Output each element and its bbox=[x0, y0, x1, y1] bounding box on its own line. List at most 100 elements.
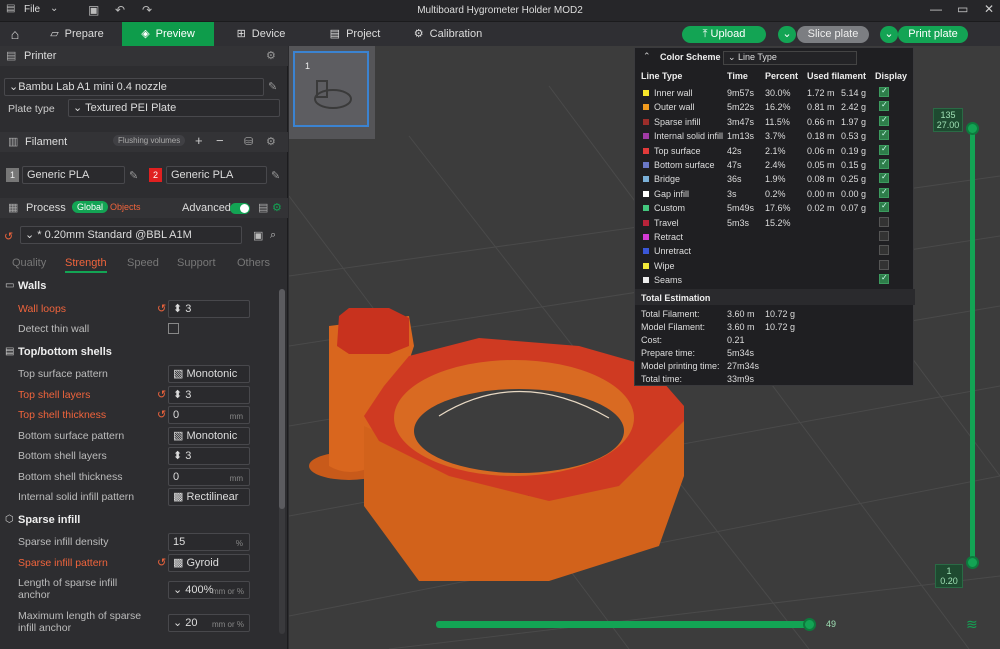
max-anchor-length-input[interactable]: ⌄ 20 mm or % bbox=[168, 614, 250, 632]
internal-solid-infill-select[interactable]: ▩ Rectilinear bbox=[168, 488, 250, 506]
display-checkbox[interactable] bbox=[879, 273, 889, 285]
layers-stack-icon[interactable]: ≋ bbox=[966, 616, 978, 633]
flushing-volumes-button[interactable]: Flushing volumes bbox=[113, 135, 186, 146]
reset-icon[interactable]: ↺ bbox=[157, 388, 166, 401]
display-checkbox[interactable] bbox=[879, 187, 889, 198]
print-dropdown-button[interactable]: ⌄ bbox=[880, 26, 898, 43]
subtab-strength[interactable]: Strength bbox=[65, 257, 107, 273]
reset-icon[interactable]: ↺ bbox=[4, 230, 13, 243]
subtab-quality[interactable]: Quality bbox=[12, 257, 46, 269]
filament-header: ▥ Filament Flushing volumes + − ⛁ ⚙ bbox=[0, 132, 288, 152]
move-value-label: 49 bbox=[826, 619, 837, 629]
menu-icon[interactable]: ▤ bbox=[6, 3, 15, 14]
stepper-icon: ⬍ bbox=[173, 389, 186, 401]
display-checkbox[interactable] bbox=[879, 231, 889, 241]
redo-icon[interactable]: ↷ bbox=[142, 3, 152, 17]
subtab-support[interactable]: Support bbox=[177, 257, 216, 269]
plate-thumbnail[interactable]: 1 bbox=[293, 51, 369, 127]
pattern-icon: ▩ bbox=[173, 491, 187, 503]
slice-dropdown-button[interactable]: ⌄ bbox=[778, 26, 796, 43]
top-surface-pattern-select[interactable]: ▧ Monotonic ... bbox=[168, 365, 250, 393]
tab-device[interactable]: ⊞ Device bbox=[226, 22, 296, 46]
save-icon[interactable]: ▣ bbox=[88, 3, 99, 17]
printer-select[interactable]: ⌄Bambu Lab A1 mini 0.4 nozzle bbox=[4, 78, 264, 96]
subtab-others[interactable]: Others bbox=[237, 257, 270, 269]
display-checkbox[interactable] bbox=[879, 245, 889, 256]
reset-icon[interactable]: ↺ bbox=[157, 556, 166, 569]
save-icon[interactable]: ▣ bbox=[253, 229, 263, 242]
close-icon[interactable]: ✕ bbox=[984, 2, 994, 16]
display-checkbox[interactable] bbox=[879, 158, 889, 169]
display-checkbox[interactable] bbox=[879, 144, 889, 155]
gear-icon[interactable]: ⚙ bbox=[266, 49, 276, 62]
display-checkbox[interactable] bbox=[879, 201, 889, 213]
plate-type-label: Plate type bbox=[8, 103, 55, 115]
sync-icon[interactable]: ⛁ bbox=[244, 135, 253, 148]
legend-time: 36s bbox=[727, 174, 742, 185]
bottom-shell-thickness-input[interactable]: 0 mm bbox=[168, 468, 250, 486]
filament-icon: ▥ bbox=[8, 136, 19, 148]
search-icon[interactable]: ⌕ bbox=[270, 229, 276, 242]
display-checkbox[interactable] bbox=[879, 216, 889, 227]
sidebar-scrollbar[interactable] bbox=[279, 289, 285, 634]
reset-icon[interactable]: ↺ bbox=[157, 408, 166, 421]
upper-layer-handle[interactable] bbox=[966, 122, 979, 135]
sparse-pattern-select[interactable]: ▩ Gyroid bbox=[168, 554, 250, 572]
layer-range-slider[interactable] bbox=[966, 122, 979, 569]
reset-icon[interactable]: ↺ bbox=[157, 302, 166, 315]
display-checkbox[interactable] bbox=[879, 259, 889, 270]
objects-toggle[interactable]: Objects bbox=[110, 202, 141, 212]
compare-icon[interactable]: ▤ bbox=[258, 201, 268, 214]
remove-icon[interactable]: − bbox=[216, 133, 224, 148]
minimize-icon[interactable]: — bbox=[930, 2, 942, 16]
detect-thin-wall-checkbox[interactable] bbox=[168, 323, 179, 334]
lower-layer-handle[interactable] bbox=[966, 556, 979, 569]
file-menu[interactable]: File bbox=[24, 4, 40, 15]
display-checkbox[interactable] bbox=[879, 129, 889, 141]
color-swatch bbox=[643, 205, 649, 212]
filament-select-1[interactable]: Generic PLA bbox=[22, 166, 125, 184]
filament-select-2[interactable]: Generic PLA bbox=[166, 166, 267, 184]
display-checkbox[interactable] bbox=[879, 172, 889, 184]
display-checkbox[interactable] bbox=[879, 86, 889, 97]
add-icon[interactable]: + bbox=[195, 133, 203, 148]
maximize-icon[interactable]: ▭ bbox=[957, 2, 968, 16]
edit-icon[interactable]: ✎ bbox=[129, 169, 138, 182]
collapse-icon[interactable]: ⌃ bbox=[643, 51, 651, 62]
stepper-icon: ⬍ bbox=[173, 303, 186, 315]
top-shell-layers-stepper[interactable]: ⬍ 3 bbox=[168, 386, 250, 404]
top-shell-thickness-input[interactable]: 0 mm bbox=[168, 406, 250, 424]
bottom-surface-pattern-select[interactable]: ▧ Monotonic bbox=[168, 427, 250, 445]
slice-plate-button[interactable]: Slice plate bbox=[797, 26, 869, 43]
plate-type-select[interactable]: ⌄ Textured PEI Plate bbox=[68, 99, 280, 117]
edit-icon[interactable]: ✎ bbox=[271, 169, 280, 182]
chevron-down-icon[interactable]: ⌄ bbox=[50, 3, 58, 14]
scrollbar-thumb[interactable] bbox=[279, 289, 285, 509]
home-icon[interactable]: ⌂ bbox=[0, 22, 30, 46]
wall-loops-stepper[interactable]: ⬍ 3 bbox=[168, 300, 250, 318]
advanced-toggle[interactable] bbox=[230, 203, 250, 214]
sparse-density-input[interactable]: 15% bbox=[168, 533, 250, 551]
move-slider[interactable] bbox=[436, 618, 816, 631]
legend-time: 3m47s bbox=[727, 116, 755, 127]
display-checkbox[interactable] bbox=[879, 115, 889, 126]
settings-icon[interactable]: ⚙ bbox=[272, 201, 282, 214]
tab-prepare[interactable]: ▱ Prepare bbox=[42, 22, 112, 46]
edit-icon[interactable]: ✎ bbox=[268, 80, 277, 93]
display-checkbox[interactable] bbox=[879, 100, 889, 112]
undo-icon[interactable]: ↶ bbox=[115, 3, 125, 17]
process-preset-select[interactable]: ⌄ * 0.20mm Standard @BBL A1M bbox=[20, 226, 242, 244]
tab-calibration[interactable]: ⚙ Calibration bbox=[404, 22, 492, 46]
layers-icon: ◈ bbox=[141, 28, 150, 40]
upload-button[interactable]: ⤒ Upload bbox=[682, 26, 766, 43]
global-toggle[interactable]: Global bbox=[72, 201, 109, 213]
print-plate-button[interactable]: Print plate bbox=[898, 26, 968, 43]
bottom-shell-layers-stepper[interactable]: ⬍ 3 bbox=[168, 447, 250, 465]
tab-project[interactable]: ▤ Project bbox=[322, 22, 388, 46]
gear-icon[interactable]: ⚙ bbox=[266, 135, 276, 148]
color-scheme-select[interactable]: ⌄ Line Type bbox=[723, 51, 857, 65]
move-handle[interactable] bbox=[803, 618, 816, 631]
subtab-speed[interactable]: Speed bbox=[127, 257, 159, 269]
anchor-length-input[interactable]: ⌄ 400% mm or % bbox=[168, 581, 250, 599]
tab-preview[interactable]: ◈ Preview bbox=[122, 22, 214, 46]
